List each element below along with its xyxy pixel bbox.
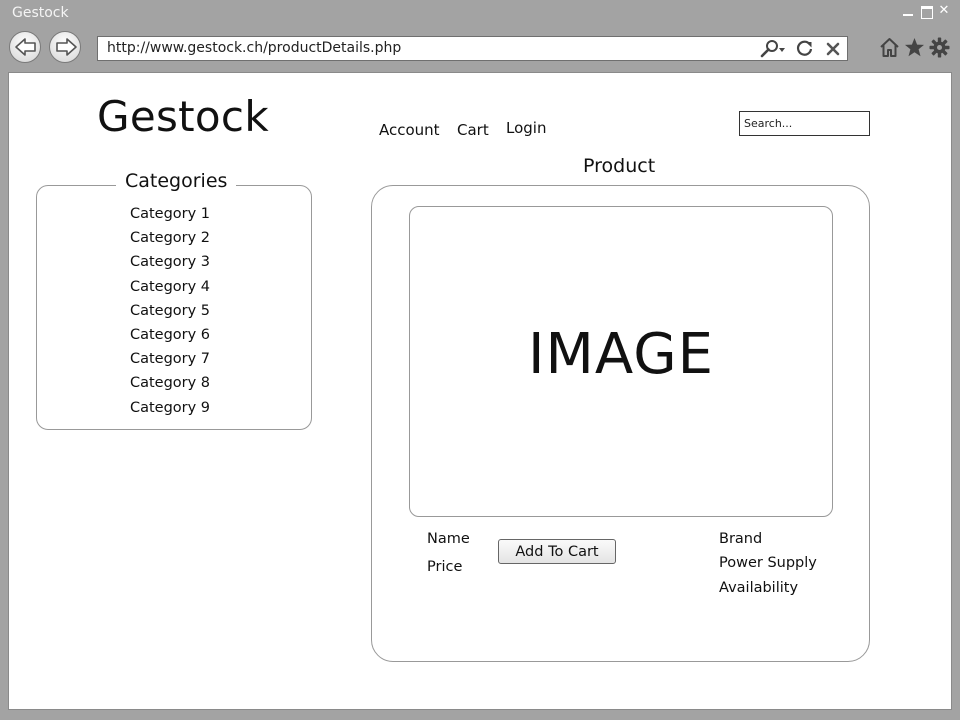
forward-button[interactable] — [49, 31, 81, 63]
product-name-label: Name — [427, 531, 470, 547]
minimize-icon[interactable] — [902, 5, 914, 17]
category-item[interactable]: Category 3 — [29, 250, 311, 274]
category-item[interactable]: Category 9 — [29, 396, 311, 420]
category-item[interactable]: Category 2 — [29, 226, 311, 250]
maximize-icon[interactable] — [920, 5, 933, 19]
address-bar[interactable]: http://www.gestock.ch/productDetails.php — [97, 36, 848, 61]
product-price-label: Price — [427, 559, 463, 575]
category-item[interactable]: Category 5 — [29, 299, 311, 323]
refresh-icon[interactable] — [795, 39, 815, 59]
url-text[interactable]: http://www.gestock.ch/productDetails.php — [107, 40, 401, 56]
product-availability-label: Availability — [719, 580, 799, 596]
window-titlebar: Gestock ✕ — [0, 0, 960, 28]
nav-link-cart[interactable]: Cart — [457, 121, 489, 139]
window-controls: ✕ — [902, 4, 950, 19]
nav-link-login[interactable]: Login — [506, 119, 546, 137]
star-icon[interactable] — [903, 36, 926, 59]
categories-panel: Categories Category 1 Category 2 Categor… — [36, 170, 312, 430]
category-item[interactable]: Category 1 — [29, 202, 311, 226]
category-item[interactable]: Category 8 — [29, 371, 311, 395]
product-image-label: IMAGE — [528, 322, 714, 387]
window-title: Gestock — [12, 5, 69, 21]
close-icon[interactable] — [823, 39, 843, 59]
gear-icon[interactable] — [928, 36, 951, 59]
home-icon[interactable] — [878, 36, 901, 59]
categories-title: Categories — [116, 170, 237, 192]
back-arrow-icon — [15, 38, 36, 56]
category-list: Category 1 Category 2 Category 3 Categor… — [37, 202, 311, 420]
category-item[interactable]: Category 6 — [29, 323, 311, 347]
address-bar-icons — [759, 39, 843, 59]
product-heading: Product — [583, 155, 656, 177]
search-icon[interactable] — [759, 39, 787, 59]
category-item[interactable]: Category 4 — [29, 275, 311, 299]
forward-arrow-icon — [56, 38, 77, 56]
site-logo[interactable]: Gestock — [97, 92, 269, 141]
page-viewport: Gestock Account Cart Login Categories Ca… — [8, 72, 952, 710]
back-button[interactable] — [9, 31, 41, 63]
product-image-placeholder: IMAGE — [409, 206, 833, 517]
product-panel: IMAGE Name Price Add To Cart Brand Power… — [371, 185, 870, 662]
add-to-cart-button[interactable]: Add To Cart — [498, 539, 616, 564]
product-brand-label: Brand — [719, 531, 763, 547]
window-close-icon[interactable]: ✕ — [938, 4, 950, 17]
search-input[interactable] — [739, 111, 870, 136]
product-power-supply-label: Power Supply — [719, 555, 817, 571]
category-item[interactable]: Category 7 — [29, 347, 311, 371]
nav-link-account[interactable]: Account — [379, 121, 440, 139]
browser-tools — [878, 36, 951, 59]
